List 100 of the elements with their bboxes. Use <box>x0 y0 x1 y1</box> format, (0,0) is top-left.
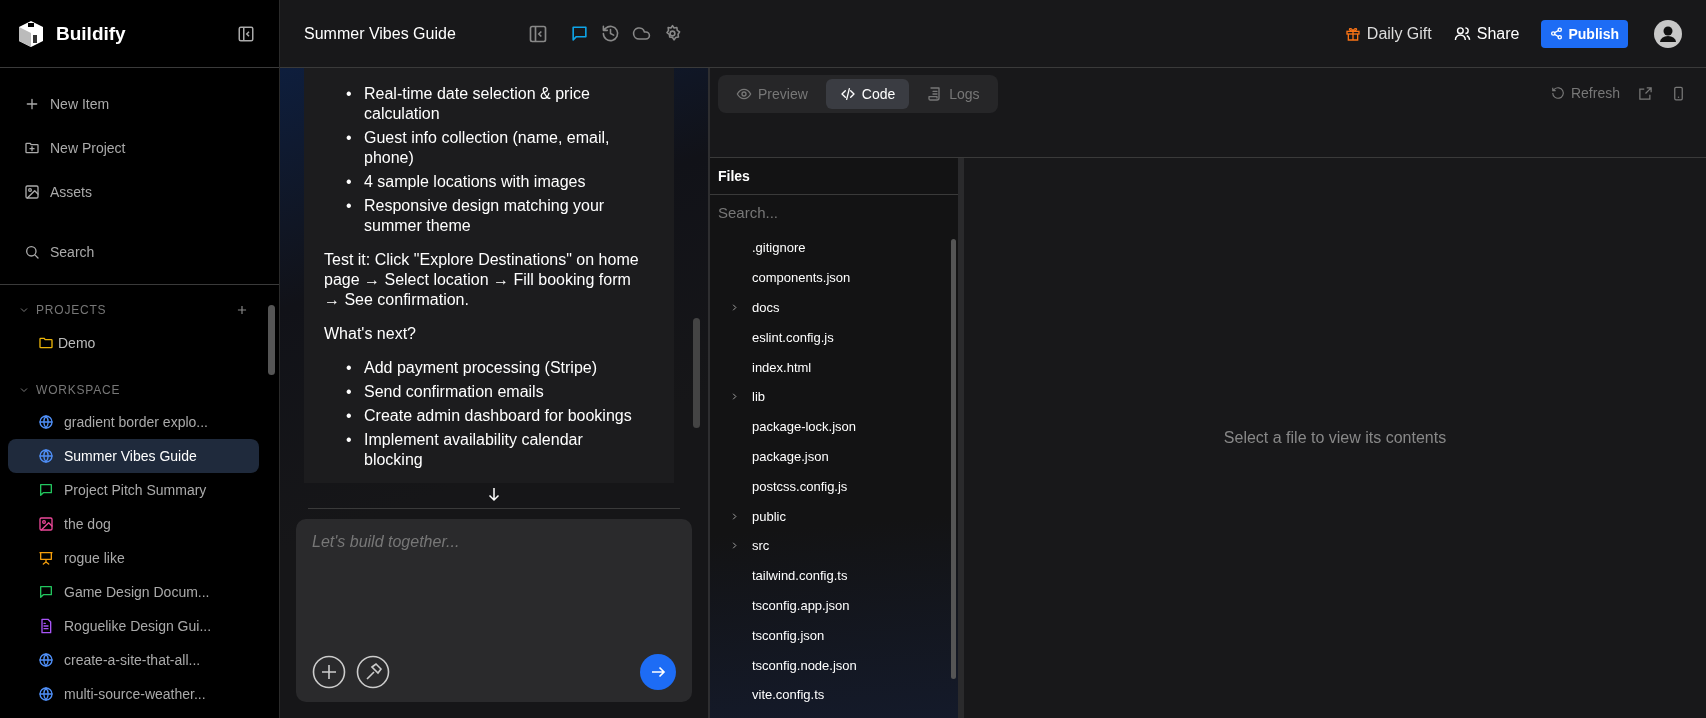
share-icon <box>1550 27 1564 40</box>
file-item[interactable]: tailwind.config.ts <box>710 560 958 591</box>
view-tab[interactable]: Code <box>825 79 910 109</box>
project-title: Summer Vibes Guide <box>304 24 457 43</box>
gift-icon <box>1344 25 1361 42</box>
scrollbar[interactable] <box>693 318 700 428</box>
file-name: package.json <box>752 448 829 464</box>
folder-plus-icon <box>24 140 40 156</box>
image-icon <box>24 184 40 200</box>
folder-item[interactable]: src <box>710 530 958 561</box>
file-item[interactable]: tsconfig.app.json <box>710 590 958 621</box>
mobile-icon[interactable] <box>1671 85 1686 101</box>
scrollbar[interactable] <box>268 305 275 375</box>
chat-tool[interactable] <box>570 24 589 43</box>
workspace-item[interactable]: gradient border explo... <box>8 405 259 439</box>
section-header[interactable]: PROJECTS <box>8 295 259 325</box>
workspace-item[interactable]: multi-source-weather... <box>8 677 259 711</box>
prompt-box[interactable]: Let's build together... <box>296 519 692 702</box>
globe-icon <box>38 686 54 702</box>
file-item[interactable]: index.html <box>710 352 958 382</box>
settings-icon <box>663 24 682 43</box>
list-item: Implement availability calendar blocking <box>364 430 584 470</box>
empty-state-text: Select a file to view its contents <box>1223 429 1447 447</box>
file-name: public <box>752 508 786 524</box>
external-link-icon[interactable] <box>1638 85 1653 101</box>
nav-item[interactable]: Search <box>0 230 279 274</box>
settings-tool[interactable] <box>663 24 682 43</box>
cloud-tool[interactable] <box>632 24 651 43</box>
scrollbar[interactable] <box>951 239 956 679</box>
chat-icon <box>570 24 589 43</box>
bullet: • <box>346 84 353 104</box>
list-item: Guest info collection (name, email, phone) <box>364 128 611 168</box>
nav-item[interactable]: New Item <box>0 82 279 126</box>
hammer-icon[interactable] <box>356 655 390 689</box>
history-icon <box>601 24 620 43</box>
message-text: What's next? <box>324 324 417 344</box>
file-item[interactable]: eslint.config.js <box>710 322 958 353</box>
avatar-icon[interactable] <box>1654 19 1682 48</box>
bullet: • <box>346 358 353 378</box>
file-item[interactable]: .gitignore <box>710 233 958 263</box>
users-icon <box>1453 25 1471 42</box>
file-item[interactable]: tsconfig.json <box>710 620 958 651</box>
workspace-item[interactable]: create-a-site-that-all... <box>8 643 259 677</box>
plus-icon <box>24 96 40 112</box>
bullet: • <box>346 128 353 148</box>
bullet: • <box>346 196 353 216</box>
cube-logo-icon <box>16 18 46 49</box>
message-text: Test it: Click "Explore Destinations" on home page → Select location → Fill booking form → See confirmation. <box>324 250 640 310</box>
file-name: components.json <box>752 270 851 286</box>
file-item[interactable]: vite.config.ts <box>710 679 958 710</box>
file-name: tsconfig.json <box>752 627 825 643</box>
publish-button[interactable]: Publish <box>1541 19 1628 48</box>
folder-item[interactable]: lib <box>710 382 958 412</box>
file-item[interactable]: components.json <box>710 262 958 293</box>
file-search-field[interactable]: Search... <box>710 195 958 229</box>
share-button[interactable]: Share <box>1453 24 1520 43</box>
file-name: postcss.config.js <box>752 478 848 494</box>
file-item[interactable]: package.json <box>710 441 958 472</box>
globe-icon <box>38 414 54 430</box>
refresh-button[interactable]: Refresh <box>1550 85 1620 101</box>
workspace-item[interactable]: rogue like <box>8 541 259 575</box>
nav-item[interactable]: Assets <box>0 170 279 214</box>
image-icon <box>38 516 54 532</box>
nav-item[interactable]: New Project <box>0 126 279 170</box>
folder-item[interactable]: public <box>710 501 958 531</box>
add-icon[interactable] <box>312 655 346 689</box>
search-icon <box>24 244 40 260</box>
refresh-icon <box>1550 86 1565 100</box>
prompt-field[interactable]: Let's build together... <box>312 533 676 654</box>
file-name: .gitignore <box>752 240 806 256</box>
list-item: Real-time date selection & price calculation <box>364 84 591 124</box>
file-name: lib <box>752 389 765 405</box>
daily-gift-button[interactable]: Daily Gift <box>1344 24 1432 43</box>
file-name: docs <box>752 300 780 315</box>
list-item: 4 sample locations with images <box>364 172 586 192</box>
file-item[interactable]: postcss.config.js <box>710 471 958 502</box>
list-item: Create admin dashboard for bookings <box>364 406 632 426</box>
workspace-item[interactable]: Roguelike Design Gui... <box>8 609 259 643</box>
workspace-item[interactable]: the dog <box>8 507 259 541</box>
workspace-item[interactable]: Project Pitch Summary <box>8 473 259 507</box>
folder-item[interactable]: docs <box>710 292 958 323</box>
project-item[interactable]: Demo <box>8 325 259 361</box>
list-item: Add payment processing (Stripe) <box>364 358 597 378</box>
file-item[interactable]: tsconfig.node.json <box>710 650 958 680</box>
file-item[interactable]: package-lock.json <box>710 411 958 442</box>
workspace-item[interactable]: Game Design Docum... <box>8 575 259 609</box>
file-name: tailwind.config.ts <box>752 568 848 584</box>
workspace-item[interactable]: Summer Vibes Guide <box>8 439 259 473</box>
collapse-sidebar-icon[interactable] <box>237 24 255 43</box>
history-tool[interactable] <box>601 24 620 43</box>
bullet: • <box>346 430 353 450</box>
send-button[interactable] <box>640 654 676 690</box>
doc-icon <box>38 618 54 634</box>
file-name: src <box>752 538 770 554</box>
collapse-panel-icon[interactable] <box>528 23 548 44</box>
chat-icon <box>38 482 54 498</box>
globe-icon <box>38 448 54 464</box>
file-name: vite.config.ts <box>752 687 825 703</box>
section-header[interactable]: WORKSPACE <box>8 375 259 405</box>
code-icon <box>839 86 856 102</box>
